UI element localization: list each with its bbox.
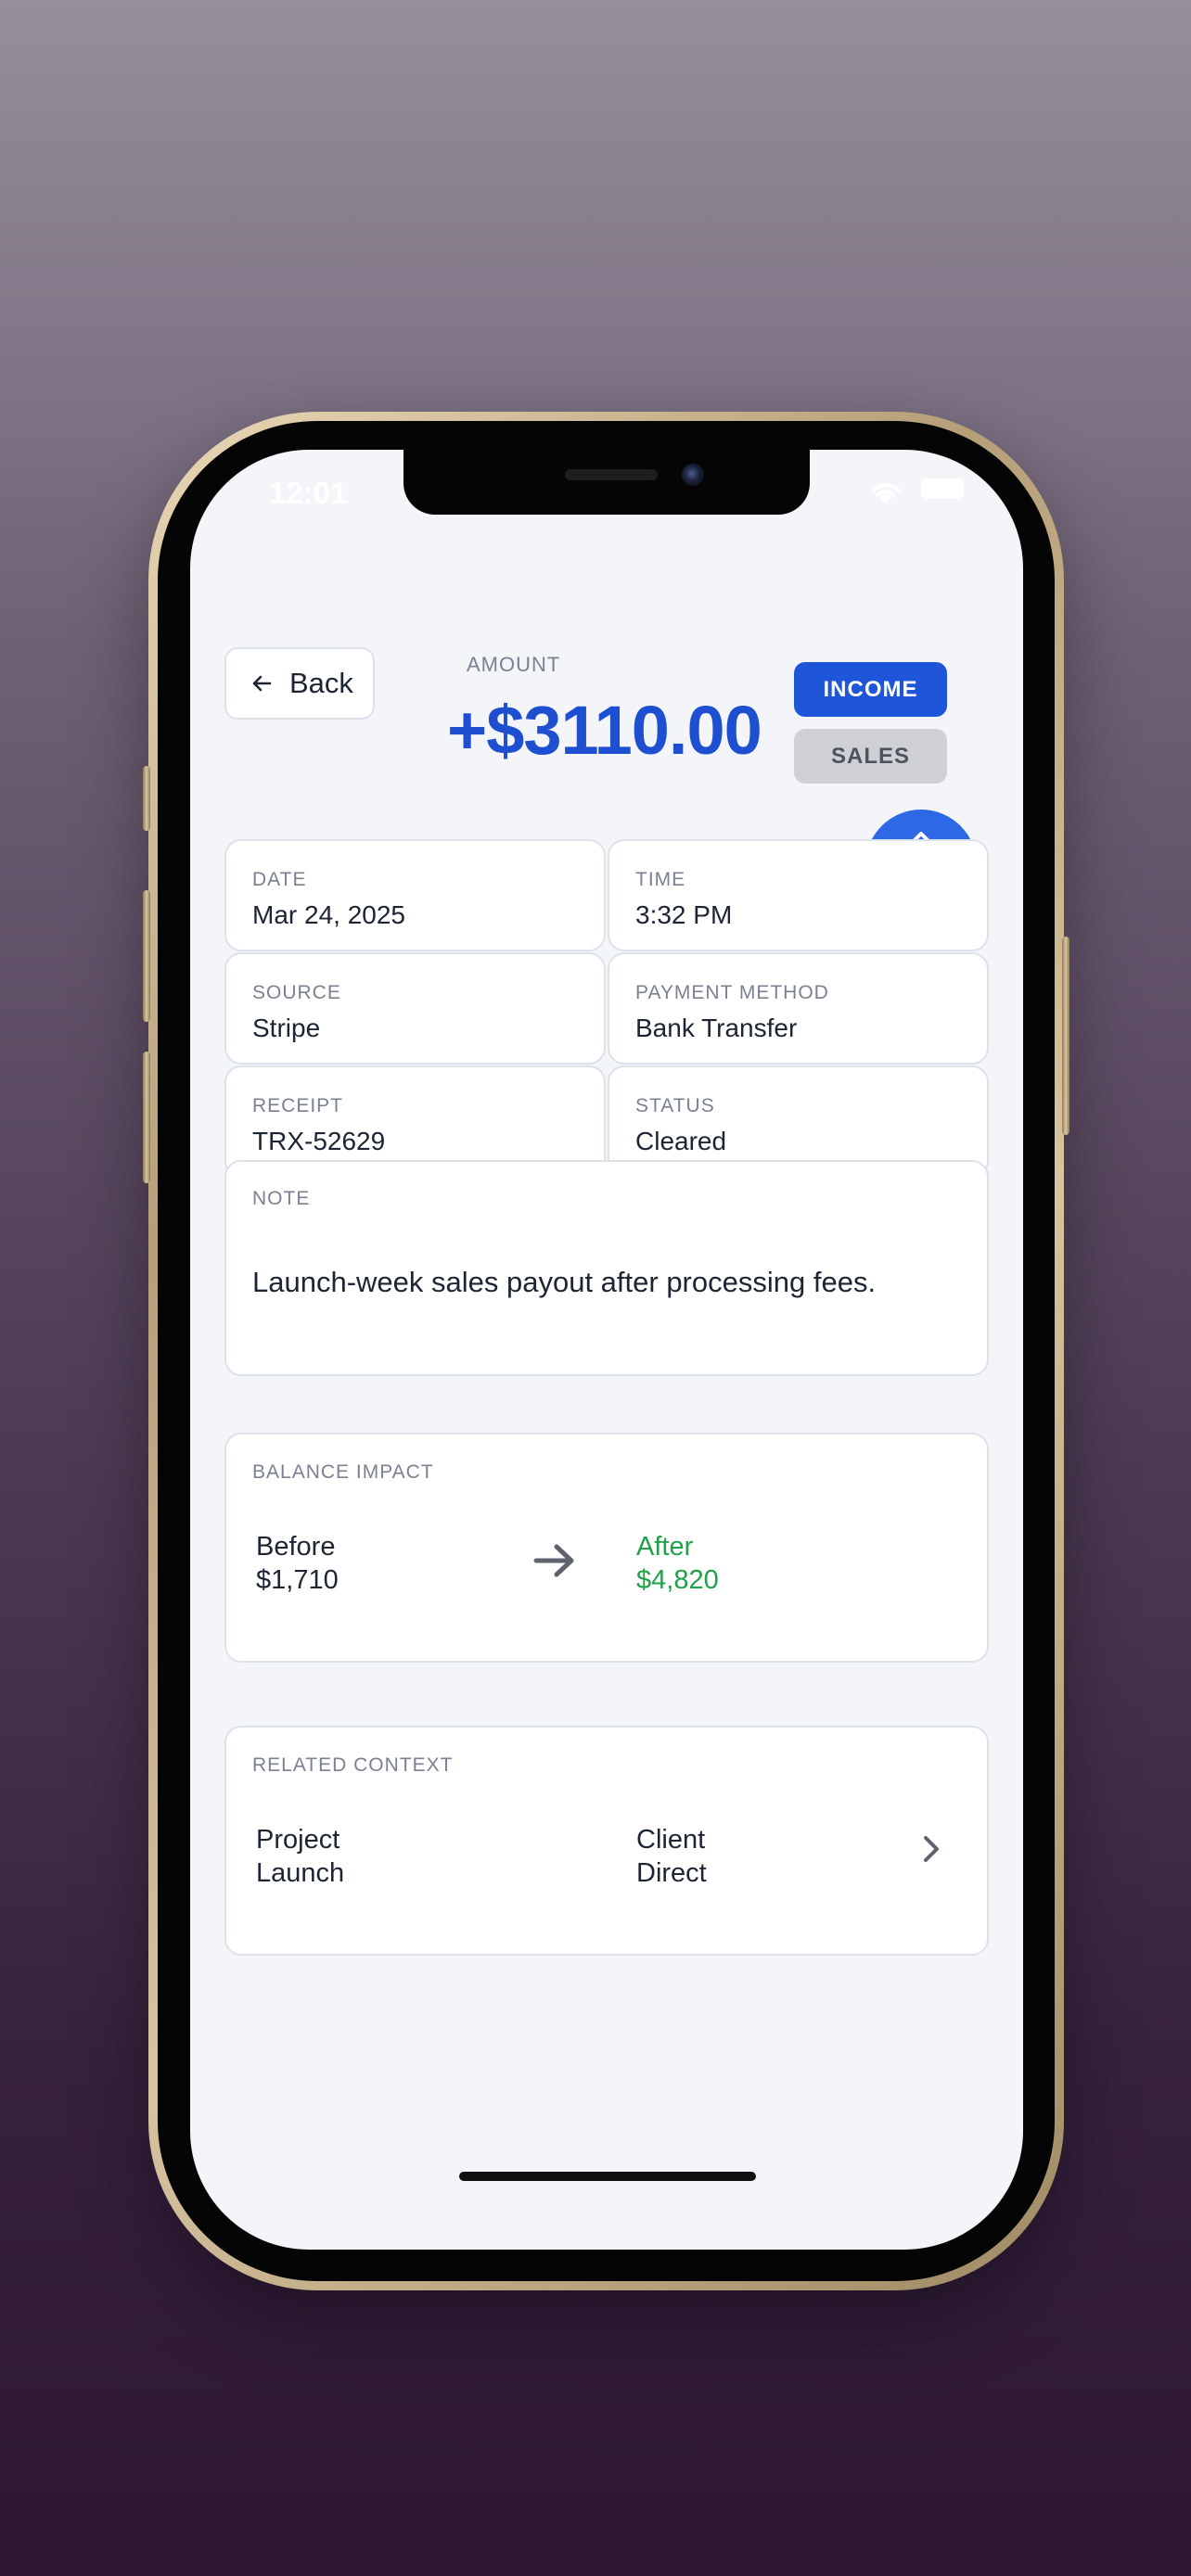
chevron-right-icon[interactable] [922,1834,941,1864]
wifi-icon [871,483,901,504]
amount-value: +$3110.00 [447,692,762,769]
related-client-value: Direct [636,1858,707,1888]
phone-side-button-volume-down [143,1052,150,1183]
camera-icon [682,464,704,486]
date-card: DATE Mar 24, 2025 [224,839,606,951]
related-context-label: RELATED CONTEXT [252,1754,454,1776]
related-client: Client Direct [636,1823,707,1890]
note-label: NOTE [252,1188,311,1209]
status-bar-time: 12:01 [269,476,348,510]
related-context-card[interactable]: RELATED CONTEXT Project Launch Client Di… [224,1726,989,1956]
note-text: Launch-week sales payout after processin… [252,1266,877,1298]
source-value: Stripe [252,1014,321,1042]
phone-screen: 12:01 Back AMOUNT +$3110.00 INCOME SALES… [190,450,1023,2250]
balance-before: Before $1,710 [256,1530,339,1597]
arrow-right-icon [533,1544,574,1577]
back-button-label: Back [289,667,353,699]
phone-side-button-power [1062,937,1069,1135]
status-value: Cleared [635,1127,727,1155]
amount-label: AMOUNT [467,653,561,676]
sales-chip[interactable]: SALES [794,729,947,784]
balance-after-label: After [636,1532,694,1562]
receipt-label: RECEIPT [252,1095,344,1116]
date-value: Mar 24, 2025 [252,900,405,929]
source-label: SOURCE [252,982,341,1003]
battery-icon [921,478,964,499]
phone-side-button-silent [143,766,150,831]
related-project-label: Project [256,1825,340,1855]
notch [403,450,810,515]
arrow-left-icon [252,675,272,692]
time-value: 3:32 PM [635,900,733,929]
receipt-value: TRX-52629 [252,1127,386,1155]
note-card: NOTE Launch-week sales payout after proc… [224,1160,989,1376]
payment-method-card: PAYMENT METHOD Bank Transfer [608,952,989,1065]
balance-impact-label: BALANCE IMPACT [252,1461,434,1483]
balance-before-label: Before [256,1532,336,1562]
home-indicator[interactable] [459,2172,756,2181]
phone-side-button-volume-up [143,890,150,1022]
balance-before-value: $1,710 [256,1565,339,1595]
balance-after-value: $4,820 [636,1565,719,1595]
status-label: STATUS [635,1095,715,1116]
source-card: SOURCE Stripe [224,952,606,1065]
related-client-label: Client [636,1825,706,1855]
back-button[interactable]: Back [224,647,375,720]
time-label: TIME [635,869,686,890]
payment-method-value: Bank Transfer [635,1014,798,1042]
payment-method-label: PAYMENT METHOD [635,982,829,1003]
speaker-grille [565,469,658,480]
balance-impact-card: BALANCE IMPACT Before $1,710 After $4,82… [224,1433,989,1663]
time-card: TIME 3:32 PM [608,839,989,951]
related-project-value: Launch [256,1858,345,1888]
related-project: Project Launch [256,1823,344,1890]
income-chip[interactable]: INCOME [794,662,947,717]
balance-after: After $4,820 [636,1530,719,1597]
date-label: DATE [252,869,307,890]
